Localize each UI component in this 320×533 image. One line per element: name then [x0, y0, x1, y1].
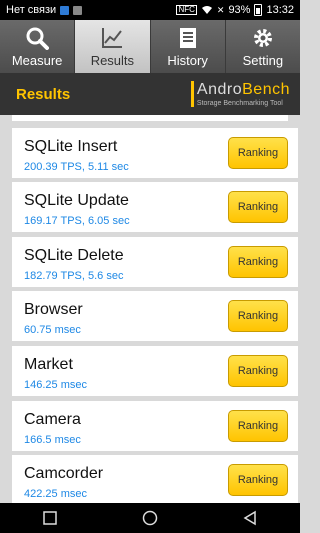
notification-image-icon — [73, 5, 83, 15]
logo-title: AndroBench — [196, 80, 290, 98]
result-row-sqlite-insert: SQLite Insert 200.39 TPS, 5.11 sec Ranki… — [12, 128, 298, 178]
no-sim-icon: ✕ — [216, 4, 225, 15]
result-name: Camera — [24, 411, 81, 428]
system-nav-bar — [0, 503, 300, 533]
tab-label: Setting — [242, 52, 284, 68]
result-value: 182.79 TPS, 5.6 sec — [24, 270, 124, 282]
result-name: SQLite Delete — [24, 247, 124, 264]
ranking-button[interactable]: Ranking — [228, 137, 288, 169]
results-list[interactable]: SQLite Insert 200.39 TPS, 5.11 sec Ranki… — [0, 115, 300, 503]
result-name: Market — [24, 356, 73, 373]
list-item-partial — [12, 115, 288, 121]
result-name: SQLite Update — [24, 192, 129, 209]
result-value: 60.75 msec — [24, 324, 81, 336]
notification-app-icon — [60, 5, 70, 15]
home-circle-icon[interactable] — [142, 510, 158, 526]
wifi-icon — [201, 6, 212, 14]
battery-icon — [254, 4, 263, 16]
results-header: Results AndroBench Storage Benchmarking … — [0, 73, 300, 115]
tab-measure[interactable]: Measure — [0, 20, 76, 73]
result-row-sqlite-delete: SQLite Delete 182.79 TPS, 5.6 sec Rankin… — [12, 237, 298, 287]
tab-results[interactable]: Results — [75, 20, 151, 73]
nfc-icon: NFC — [176, 5, 197, 15]
result-name: Browser — [24, 301, 83, 318]
search-icon — [26, 27, 50, 50]
chart-icon — [102, 27, 123, 48]
logo-bar — [190, 81, 194, 107]
result-row-camcorder: Camcorder 422.25 msec Ranking — [12, 455, 298, 503]
ranking-button[interactable]: Ranking — [228, 355, 288, 387]
result-row-sqlite-update: SQLite Update 169.17 TPS, 6.05 sec Ranki… — [12, 182, 298, 232]
tab-label: History — [167, 52, 208, 68]
gear-icon — [253, 28, 272, 47]
ranking-button[interactable]: Ranking — [228, 410, 288, 442]
result-value: 166.5 msec — [24, 434, 81, 446]
recents-square-icon[interactable] — [42, 510, 58, 526]
back-triangle-icon[interactable] — [242, 510, 258, 526]
ranking-button[interactable]: Ranking — [228, 191, 288, 223]
page-title: Results — [16, 85, 71, 103]
carrier-label: Нет связи — [6, 4, 57, 16]
androbench-logo: AndroBench Storage Benchmarking Tool — [190, 80, 290, 107]
result-name: Camcorder — [24, 465, 104, 482]
ranking-button[interactable]: Ranking — [228, 300, 288, 332]
clock: 13:32 — [266, 4, 294, 16]
tab-bar: Measure Results History Setting — [0, 20, 300, 73]
result-row-browser: Browser 60.75 msec Ranking — [12, 291, 298, 341]
result-row-camera: Camera 166.5 msec Ranking — [12, 401, 298, 451]
result-value: 422.25 msec — [24, 488, 87, 500]
logo-subtitle: Storage Benchmarking Tool — [196, 99, 283, 107]
tab-label: Measure — [11, 52, 63, 68]
result-row-market: Market 146.25 msec Ranking — [12, 346, 298, 396]
result-value: 200.39 TPS, 5.11 sec — [24, 161, 129, 173]
tab-setting[interactable]: Setting — [225, 20, 300, 73]
tab-history[interactable]: History — [150, 20, 226, 73]
result-value: 146.25 msec — [24, 379, 87, 391]
result-name: SQLite Insert — [24, 138, 118, 155]
status-bar: Нет связи NFC ✕ 93% 13:32 — [0, 0, 300, 20]
list-icon — [179, 27, 196, 48]
result-value: 169.17 TPS, 6.05 sec — [24, 215, 130, 227]
tab-label: Results — [90, 52, 135, 68]
ranking-button[interactable]: Ranking — [228, 464, 288, 496]
ranking-button[interactable]: Ranking — [228, 246, 288, 278]
battery-percent: 93% — [228, 4, 251, 16]
